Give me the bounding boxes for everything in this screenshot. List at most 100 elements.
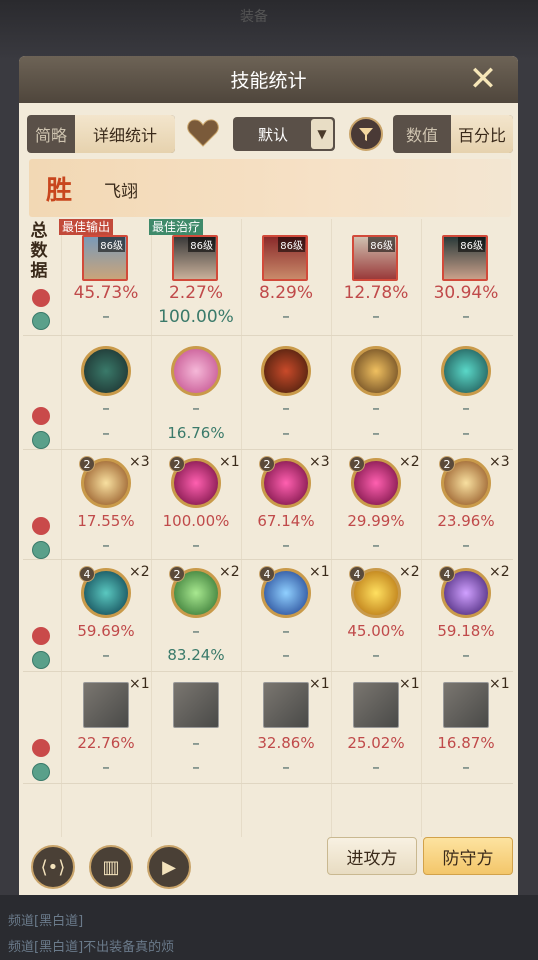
- damage-value: 22.76%: [77, 734, 135, 752]
- use-count: ×2: [489, 564, 510, 580]
- skill-stats-dialog: 技能统计 ✕ 简略 详细统计 默认 ▼ 数值 百分比 胜 飞翊 总数据 最佳输出…: [19, 56, 518, 900]
- stats-grid: 总数据 最佳输出 最佳治疗 86级 86级 86级 86级 86级 45.73%…: [23, 219, 513, 837]
- shadow-warrior-skill-icon[interactable]: [81, 346, 131, 396]
- damage-value: 17.55%: [77, 512, 135, 530]
- use-count: ×3: [129, 454, 150, 470]
- best-heal-tag: 最佳治疗: [149, 219, 204, 235]
- heal-value: –: [372, 758, 380, 776]
- heal-icon: [32, 312, 50, 330]
- scroll-icon[interactable]: ▥: [79, 835, 143, 899]
- heal-value: –: [102, 536, 110, 554]
- heal-value: –: [282, 536, 290, 554]
- skill-level-badge: 4: [439, 566, 455, 582]
- use-count: ×2: [219, 564, 240, 580]
- background-title: 装备: [240, 9, 268, 25]
- share-icon[interactable]: ⟨•⟩: [21, 835, 85, 899]
- heart-icon[interactable]: [185, 115, 221, 151]
- skill-row: 4 2 4 4 4 ×2 ×2 ×1 ×2 ×2 59.69% – – 45.0…: [23, 560, 513, 672]
- skill-level-badge: 2: [169, 456, 185, 472]
- heal-value: –: [462, 758, 470, 776]
- hero-portrait[interactable]: 86级: [442, 235, 488, 281]
- tab-summary[interactable]: 简略: [27, 115, 75, 153]
- damage-value: 25.02%: [347, 734, 405, 752]
- defense-side-button[interactable]: 防守方: [423, 837, 513, 875]
- heal-value: –: [192, 758, 200, 776]
- damage-icon: [32, 407, 50, 425]
- heal-value: –: [462, 646, 470, 664]
- heal-value: –: [282, 307, 290, 325]
- hero-portrait[interactable]: 86级: [352, 235, 398, 281]
- damage-value: 29.99%: [347, 512, 405, 530]
- attack-side-button[interactable]: 进攻方: [327, 837, 417, 875]
- heal-value: –: [462, 424, 470, 442]
- skill-level-badge: 2: [349, 456, 365, 472]
- jade-hammer-item-icon[interactable]: [83, 682, 129, 728]
- hero-portrait[interactable]: 86级: [262, 235, 308, 281]
- skill-row: 2 2 2 2 2 ×3 ×1 ×3 ×2 ×3 17.55% 100.00% …: [23, 450, 513, 560]
- title-bar: 技能统计 ✕: [19, 56, 518, 103]
- heal-value: –: [192, 536, 200, 554]
- video-replay-icon[interactable]: ▶: [137, 835, 201, 899]
- damage-value: –: [462, 399, 470, 417]
- use-count: ×2: [399, 564, 420, 580]
- jade-vase-item-icon[interactable]: [173, 682, 219, 728]
- heal-icon: [32, 651, 50, 669]
- best-damage-tag: 最佳输出: [59, 219, 114, 235]
- dialog-title: 技能统计: [230, 70, 307, 92]
- heal-value: –: [282, 424, 290, 442]
- heal-value: –: [102, 646, 110, 664]
- damage-value: 45.00%: [347, 622, 405, 640]
- use-count: ×1: [129, 676, 150, 692]
- heal-value: –: [282, 758, 290, 776]
- skill-level-badge: 2: [439, 456, 455, 472]
- heal-value: –: [372, 646, 380, 664]
- damage-value: –: [102, 399, 110, 417]
- chat-line: 频道[黑白道]: [8, 914, 84, 929]
- filter-icon[interactable]: [349, 117, 383, 151]
- jade-hammer-item-icon[interactable]: [443, 682, 489, 728]
- use-count: ×1: [219, 454, 240, 470]
- damage-value: 59.18%: [437, 622, 495, 640]
- heal-value: –: [102, 307, 110, 325]
- damage-value: 16.87%: [437, 734, 495, 752]
- heal-value: –: [462, 307, 470, 325]
- heal-value: –: [372, 536, 380, 554]
- damage-value: 2.27%: [168, 283, 223, 303]
- blade-disc-item-icon[interactable]: [263, 682, 309, 728]
- heal-icon: [32, 763, 50, 781]
- damage-icon: [32, 517, 50, 535]
- jade-totem-skill-icon[interactable]: [441, 346, 491, 396]
- damage-value: –: [372, 399, 380, 417]
- damage-value: –: [192, 399, 200, 417]
- skill-level-badge: 4: [79, 566, 95, 582]
- damage-value: –: [282, 399, 290, 417]
- damage-icon: [32, 739, 50, 757]
- view-toggle: 简略 详细统计: [27, 115, 175, 153]
- tab-detailed[interactable]: 详细统计: [75, 115, 175, 153]
- skill-level-badge: 2: [259, 456, 275, 472]
- damage-value: 30.94%: [433, 283, 499, 303]
- lotus-skill-icon[interactable]: [171, 346, 221, 396]
- skill-level-badge: 4: [349, 566, 365, 582]
- red-cloak-skill-icon[interactable]: [261, 346, 311, 396]
- hero-portrait[interactable]: 86级: [82, 235, 128, 281]
- damage-value: –: [192, 622, 200, 640]
- use-count: ×1: [309, 676, 330, 692]
- heal-value: 100.00%: [158, 307, 234, 327]
- summary-row: 总数据 最佳输出 最佳治疗 86级 86级 86级 86级 86级 45.73%…: [23, 219, 513, 336]
- tab-value[interactable]: 数值: [393, 115, 451, 153]
- use-count: ×2: [129, 564, 150, 580]
- damage-value: –: [192, 734, 200, 752]
- damage-value: 23.96%: [437, 512, 495, 530]
- sort-dropdown[interactable]: 默认 ▼: [233, 117, 335, 151]
- use-count: ×1: [489, 676, 510, 692]
- jade-hammer-item-icon[interactable]: [353, 682, 399, 728]
- victory-badge-icon: 胜: [45, 175, 72, 206]
- tab-percent[interactable]: 百分比: [451, 115, 513, 153]
- hero-portrait[interactable]: 86级: [172, 235, 218, 281]
- damage-value: –: [282, 622, 290, 640]
- damage-value: 59.69%: [77, 622, 135, 640]
- golden-warrior-skill-icon[interactable]: [351, 346, 401, 396]
- damage-value: 67.14%: [257, 512, 315, 530]
- close-icon[interactable]: ✕: [466, 62, 500, 96]
